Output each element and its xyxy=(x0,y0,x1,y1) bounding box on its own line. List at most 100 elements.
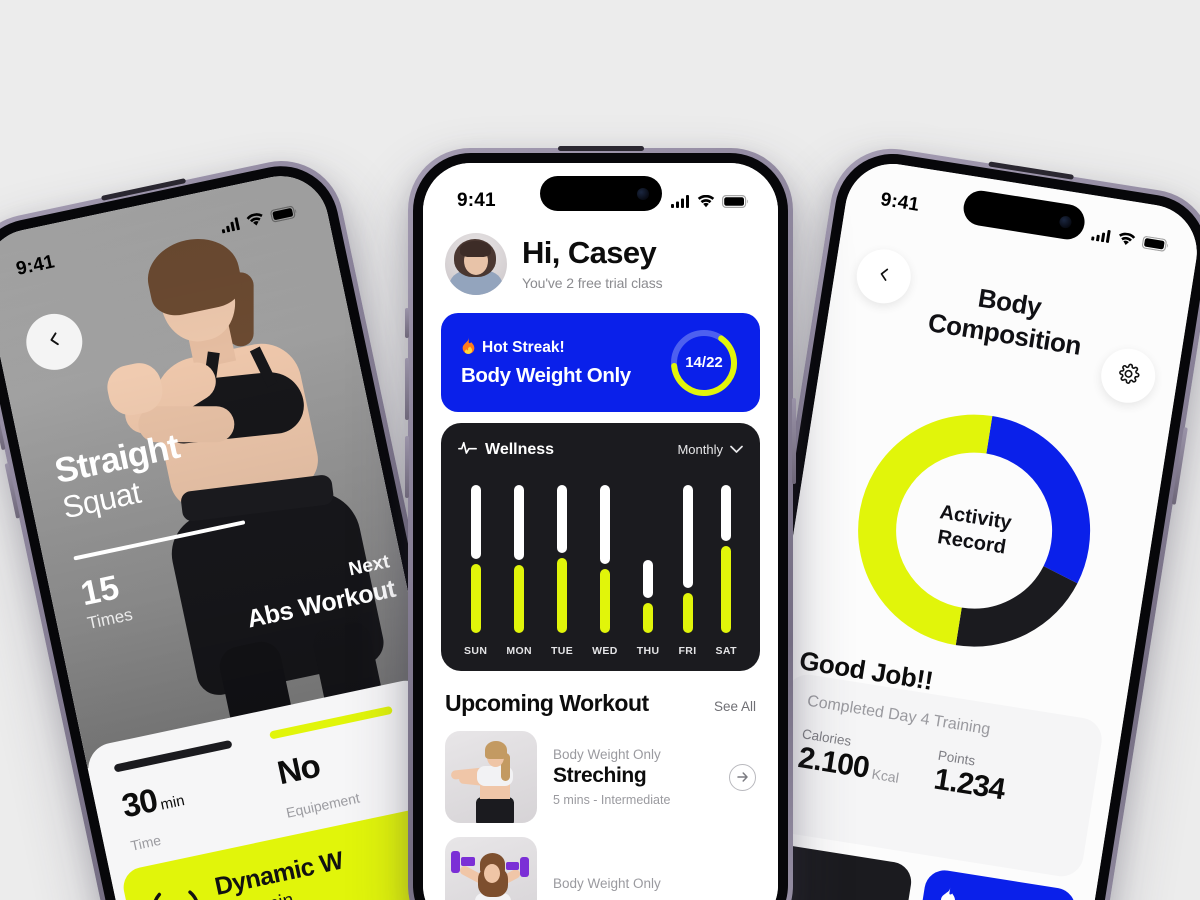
mockup-canvas: 9:41 Straight Squat 15 Times Next Abs Wo… xyxy=(0,0,1200,900)
flame-icon xyxy=(461,337,476,359)
hot-streak-card[interactable]: Hot Streak! Body Weight Only 14/22 xyxy=(441,313,760,412)
bar-column: TUE xyxy=(551,475,573,657)
bar-segment-top xyxy=(514,485,525,560)
status-time: 9:41 xyxy=(879,189,921,216)
volume-up-button[interactable] xyxy=(405,358,409,420)
exercise-index-ring: 01 xyxy=(144,877,208,900)
mute-switch[interactable] xyxy=(405,308,409,338)
wellness-period-selector[interactable]: Monthly xyxy=(677,442,743,457)
wellness-period-label: Monthly xyxy=(677,442,723,457)
workout-list-item[interactable]: Body Weight Only xyxy=(441,823,760,900)
see-all-link[interactable]: See All xyxy=(714,699,756,714)
wellness-card: Wellness Monthly SUN MON TUE WED THU FRI SAT xyxy=(441,423,760,671)
bar-column: THU xyxy=(637,475,660,657)
chevron-left-icon xyxy=(44,329,65,354)
stat-points: Points 1.234 xyxy=(932,748,1075,818)
flame-icon xyxy=(937,886,962,900)
stretch-thumbnail xyxy=(445,731,537,823)
workout-category: Body Weight Only xyxy=(553,875,661,891)
center-screen: 9:41 Hi, Casey You've 2 free trial class… xyxy=(423,163,778,900)
earpiece-speaker xyxy=(557,146,644,151)
bar-segment-bottom xyxy=(514,564,525,633)
bar-day-label: FRI xyxy=(678,645,697,657)
bar-column: WED xyxy=(592,475,618,657)
right-screen: 9:41 Body Composition Activity Record Go… xyxy=(731,157,1200,900)
activity-donut-chart: Activity Record xyxy=(834,391,1113,670)
bar-day-label: SUN xyxy=(464,645,488,657)
battery-icon xyxy=(1141,235,1169,252)
volume-down-button[interactable] xyxy=(405,436,409,498)
exercise-index: 01 xyxy=(144,877,208,900)
workout-category: Body Weight Only xyxy=(553,747,661,762)
stat-calories: Calories 2.100Kcal xyxy=(796,726,939,796)
reps-value: 15 xyxy=(77,568,123,614)
greeting-name: Hi, Casey xyxy=(522,235,657,271)
stat-time-value: 30 xyxy=(118,781,161,825)
power-button[interactable] xyxy=(792,398,796,484)
streak-progress-text: 14/22 xyxy=(685,354,723,371)
signal-bars-icon xyxy=(671,194,690,208)
bar-column: FRI xyxy=(678,475,696,657)
bar-day-label: TUE xyxy=(550,645,574,657)
bar-day-label: SAT xyxy=(715,645,737,657)
arrow-right-circle-icon[interactable] xyxy=(729,763,756,791)
wellness-title: Wellness xyxy=(485,440,555,458)
signal-bars-icon xyxy=(1091,227,1112,243)
bar-stack xyxy=(599,485,610,633)
wifi-icon xyxy=(245,211,265,227)
hot-streak-title: Body Weight Only xyxy=(461,364,631,387)
bar-stack xyxy=(682,485,693,633)
earpiece-speaker xyxy=(987,161,1074,180)
wellness-bar-chart: SUN MON TUE WED THU FRI SAT xyxy=(458,459,743,657)
bar-segment-top xyxy=(557,485,568,553)
bar-stack xyxy=(557,485,568,633)
upcoming-title: Upcoming Workout xyxy=(445,690,649,716)
workout-duration: 5 mins - Intermediate xyxy=(553,793,671,807)
dynamic-island xyxy=(539,176,662,211)
chevron-down-icon xyxy=(730,442,743,457)
status-time: 9:41 xyxy=(457,190,496,211)
workout-list-item[interactable]: Body Weight Only Streching 5 mins - Inte… xyxy=(441,717,760,823)
bar-column: MON xyxy=(506,475,532,657)
bar-stack xyxy=(721,485,732,633)
bar-segment-top xyxy=(721,485,732,541)
bar-day-label: THU xyxy=(636,645,660,657)
bar-segment-top xyxy=(682,485,693,588)
hot-streak-badge: Hot Streak! xyxy=(461,337,631,359)
bar-segment-bottom xyxy=(721,545,732,633)
wifi-icon xyxy=(1117,231,1137,247)
workout-name: Streching xyxy=(553,764,647,787)
bar-segment-bottom xyxy=(599,568,610,633)
bar-day-label: MON xyxy=(506,645,533,657)
bar-segment-bottom xyxy=(557,557,568,633)
bar-segment-bottom xyxy=(470,563,481,633)
pulse-icon xyxy=(458,440,477,459)
bar-day-label: WED xyxy=(592,645,618,657)
donut-center-label: Activity Record xyxy=(834,391,1113,670)
status-time: 9:41 xyxy=(14,251,57,280)
bar-stack xyxy=(470,485,481,633)
left-screen: 9:41 Straight Squat 15 Times Next Abs Wo… xyxy=(0,167,478,900)
avatar[interactable] xyxy=(445,233,507,295)
bar-stack xyxy=(643,485,654,633)
stat-equipment: No Equipement xyxy=(269,703,424,821)
battery-icon xyxy=(270,204,298,222)
page-title: Body Composition xyxy=(827,260,1188,378)
bar-segment-top xyxy=(599,485,610,564)
hot-streak-badge-text: Hot Streak! xyxy=(482,339,565,356)
wellness-title-group: Wellness xyxy=(458,440,554,459)
bar-segment-bottom xyxy=(643,603,654,633)
stat-time: 30min Time xyxy=(113,736,269,854)
wifi-icon xyxy=(697,194,715,208)
stat-equipment-value: No xyxy=(274,746,323,792)
bar-stack xyxy=(514,485,525,633)
bar-segment-top xyxy=(643,559,654,599)
greeting-subtitle: You've 2 free trial class xyxy=(522,274,663,291)
signal-bars-icon xyxy=(220,216,241,233)
upcoming-header: Upcoming Workout See All xyxy=(441,671,760,717)
bar-column: SUN xyxy=(464,475,487,657)
bar-column: SAT xyxy=(716,475,737,657)
streak-progress-ring: 14/22 xyxy=(668,327,740,399)
stat-time-unit: min xyxy=(158,792,187,814)
bar-segment-bottom xyxy=(682,592,693,633)
